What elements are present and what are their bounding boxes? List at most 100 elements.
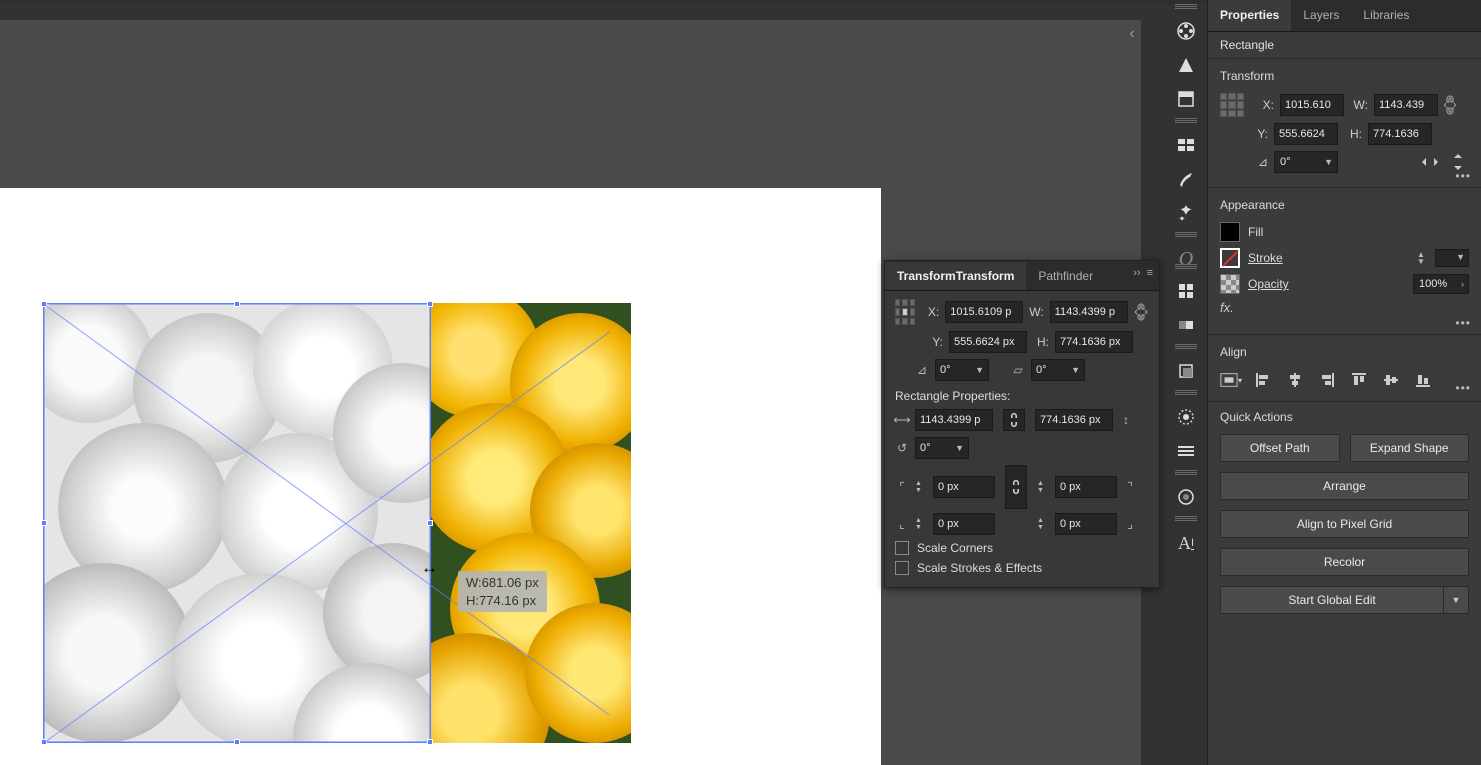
horizontal-resize-cursor-icon: ↔ <box>421 558 438 578</box>
start-global-edit-dropdown[interactable]: ▼ <box>1443 586 1469 614</box>
panel-grip-icon[interactable] <box>1175 470 1197 476</box>
panel-grip-icon[interactable] <box>1175 390 1197 396</box>
rect-rotation-input[interactable]: 0°▼ <box>915 437 969 459</box>
selection-handle[interactable] <box>427 520 433 526</box>
corner-br-icon: ⌟ <box>1123 517 1137 531</box>
panel-grip-icon[interactable] <box>1175 4 1197 10</box>
y-input[interactable] <box>1274 123 1338 145</box>
tab-transform[interactable]: TransformTransform <box>885 262 1026 290</box>
opacity-input[interactable]: 100%› <box>1413 274 1469 294</box>
scale-strokes-checkbox[interactable] <box>895 561 909 575</box>
y-input[interactable] <box>949 331 1027 353</box>
shear-input[interactable]: 0°▼ <box>1031 359 1085 381</box>
scale-corners-checkbox[interactable] <box>895 541 909 555</box>
appearance-panel-icon[interactable] <box>1169 400 1203 434</box>
transform-more-options[interactable]: ••• <box>1455 169 1471 183</box>
asset-export-panel-icon[interactable] <box>1169 128 1203 162</box>
expand-shape-button[interactable]: Expand Shape <box>1350 434 1470 462</box>
tab-properties[interactable]: Properties <box>1208 0 1291 31</box>
align-left-button[interactable] <box>1252 369 1274 391</box>
tab-libraries[interactable]: Libraries <box>1351 0 1421 31</box>
constrain-proportions-icon[interactable] <box>1134 302 1149 322</box>
offset-path-button[interactable]: Offset Path <box>1220 434 1340 462</box>
selection-handle[interactable] <box>234 301 240 307</box>
tab-pathfinder[interactable]: Pathfinder <box>1026 262 1105 290</box>
fill-swatch[interactable] <box>1220 222 1240 242</box>
character-panel-icon[interactable]: AI <box>1169 526 1203 560</box>
link-dimensions-button[interactable] <box>1003 409 1025 431</box>
stroke-swatch[interactable] <box>1220 248 1240 268</box>
constrain-proportions-icon[interactable] <box>1444 94 1464 116</box>
rotation-input[interactable]: 0°▼ <box>935 359 989 381</box>
align-to-pixel-grid-button[interactable]: Align to Pixel Grid <box>1220 510 1469 538</box>
corner-tr-input[interactable] <box>1055 476 1117 498</box>
align-top-button[interactable] <box>1348 369 1370 391</box>
panel-grip-icon[interactable] <box>1175 232 1197 238</box>
stroke-weight-stepper[interactable]: ▲▼ <box>1413 251 1429 265</box>
panel-menu-icon[interactable]: ≡ <box>1147 267 1153 279</box>
recolor-button[interactable]: Recolor <box>1220 548 1469 576</box>
align-bottom-button[interactable] <box>1412 369 1434 391</box>
selection-handle[interactable] <box>41 520 47 526</box>
h-label: H: <box>1033 335 1049 349</box>
selection-handle[interactable] <box>427 739 433 745</box>
selection-handle[interactable] <box>234 739 240 745</box>
brushes-panel-icon[interactable] <box>1169 162 1203 196</box>
arrange-button[interactable]: Arrange <box>1220 472 1469 500</box>
align-more-options[interactable]: ••• <box>1455 381 1471 395</box>
reset-rotation-icon[interactable]: ↺ <box>895 441 909 455</box>
corner-tl-input[interactable] <box>933 476 995 498</box>
corner-br-input[interactable] <box>1055 513 1117 535</box>
rotation-input[interactable]: 0°▼ <box>1274 151 1338 173</box>
flip-horizontal-button[interactable] <box>1419 151 1441 173</box>
tab-layers[interactable]: Layers <box>1291 0 1351 31</box>
align-right-button[interactable] <box>1316 369 1338 391</box>
panel-collapse-chevron[interactable]: ‹ <box>1123 25 1141 43</box>
panel-grip-icon[interactable] <box>1175 344 1197 350</box>
reference-point-selector[interactable] <box>1220 93 1244 117</box>
w-label: W: <box>1350 98 1368 112</box>
transform-panel[interactable]: TransformTransform Pathfinder ›› ≡ X: W:… <box>884 260 1160 588</box>
stroke-weight-select[interactable]: ▼ <box>1435 249 1469 267</box>
add-effect-button[interactable]: fx. <box>1220 300 1242 320</box>
panel-grip-icon[interactable] <box>1175 264 1197 270</box>
w-input[interactable] <box>1050 301 1128 323</box>
panel-grip-icon[interactable] <box>1175 516 1197 522</box>
rect-height-input[interactable] <box>1035 409 1113 431</box>
artboards-panel-icon[interactable] <box>1169 82 1203 116</box>
links-panel-icon[interactable] <box>1169 480 1203 514</box>
symbols-panel-icon[interactable] <box>1169 196 1203 230</box>
graphic-styles-panel-icon[interactable] <box>1169 434 1203 468</box>
start-global-edit-button[interactable]: Start Global Edit <box>1220 586 1443 614</box>
h-input[interactable] <box>1055 331 1133 353</box>
align-section-header: Align <box>1208 335 1481 365</box>
link-corners-button[interactable] <box>1005 465 1027 509</box>
reference-point-selector[interactable] <box>895 299 915 325</box>
selection-handle[interactable] <box>427 301 433 307</box>
transparency-panel-icon[interactable] <box>1169 354 1203 388</box>
opacity-swatch[interactable] <box>1220 274 1240 294</box>
color-panel-icon[interactable] <box>1169 14 1203 48</box>
w-label: W: <box>1029 305 1043 319</box>
align-vcenter-button[interactable] <box>1380 369 1402 391</box>
x-input[interactable] <box>945 301 1023 323</box>
selection-type-label: Rectangle <box>1208 32 1481 59</box>
align-hcenter-button[interactable] <box>1284 369 1306 391</box>
opacity-label[interactable]: Opacity <box>1246 277 1407 291</box>
x-input[interactable] <box>1280 94 1344 116</box>
panel-grip-icon[interactable] <box>1175 118 1197 124</box>
swatches-panel-icon[interactable] <box>1169 274 1203 308</box>
stroke-label[interactable]: Stroke <box>1246 251 1407 265</box>
panel-collapse-icon[interactable]: ›› <box>1133 267 1140 279</box>
corner-bl-input[interactable] <box>933 513 995 535</box>
w-input[interactable] <box>1374 94 1438 116</box>
selection-bounding-box[interactable] <box>43 303 431 743</box>
gradient-panel-icon[interactable] <box>1169 308 1203 342</box>
color-guide-panel-icon[interactable] <box>1169 48 1203 82</box>
properties-panel: Properties Layers Libraries Rectangle Tr… <box>1207 0 1481 765</box>
align-to-button[interactable]: ▾ <box>1220 369 1242 391</box>
rect-width-input[interactable] <box>915 409 993 431</box>
appearance-more-options[interactable]: ••• <box>1455 316 1471 330</box>
h-input[interactable] <box>1368 123 1432 145</box>
y-label: Y: <box>927 335 943 349</box>
